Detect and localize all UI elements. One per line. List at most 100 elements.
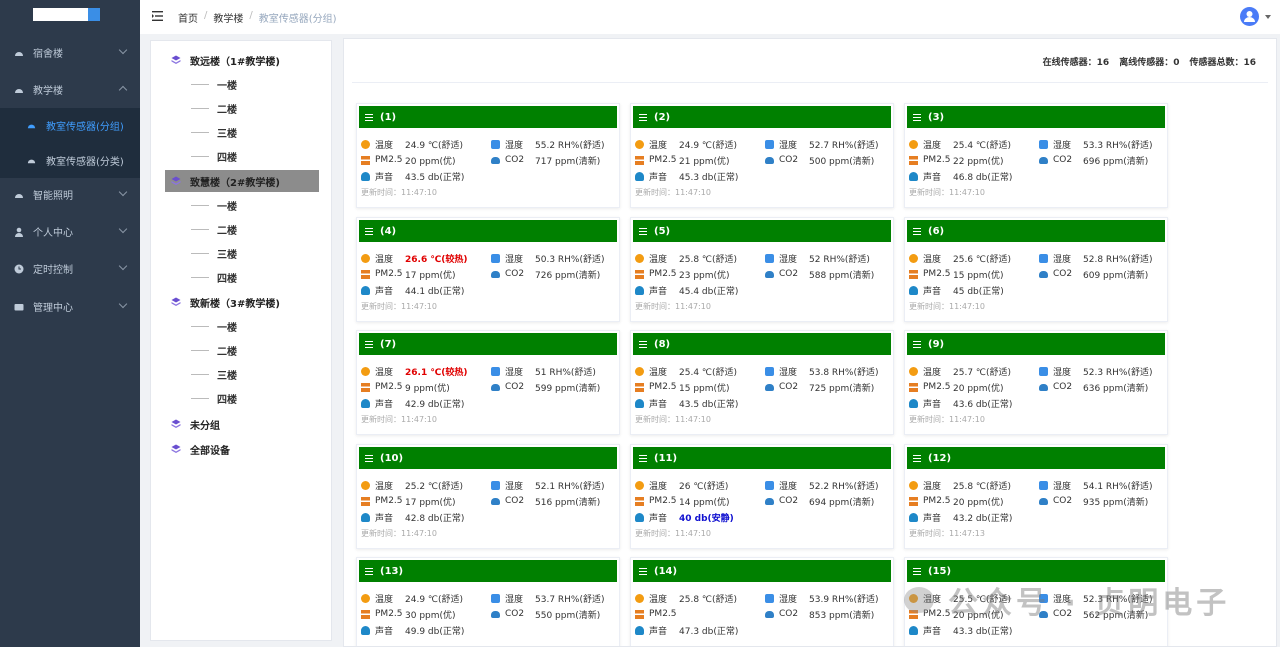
sensor-card-header[interactable]: (11) (633, 447, 891, 469)
sensor-card[interactable]: (12) 温度 25.8 ℃(舒适) 湿度 54.1 RH%(舒适) PM2.5 20 pp… (904, 444, 1168, 549)
cloud-icon (1039, 497, 1048, 505)
update-time: 更新时间：11:47:10 (361, 529, 437, 538)
tree-node-floor[interactable]: 四楼 (191, 387, 237, 409)
sensor-card[interactable]: (9) 温度 25.7 ℃(舒适) 湿度 52.3 RH%(舒适) PM2.5 20 ppm… (904, 330, 1168, 435)
sensor-card-header[interactable]: (13) (359, 560, 617, 582)
metric-label: 湿度 (779, 594, 798, 605)
sound-row: 声音 40 db(安静) (635, 510, 734, 524)
tree-node-floor[interactable]: 一楼 (191, 194, 237, 216)
update-time: 更新时间：11:47:10 (909, 302, 985, 311)
sensor-card-header[interactable]: (2) (633, 106, 891, 128)
tree-node-building[interactable]: 致慧楼（2#教学楼) (165, 170, 319, 192)
sensor-card[interactable]: (3) 温度 25.4 ℃(舒适) 湿度 53.3 RH%(舒适) PM2.5 22 ppm… (904, 103, 1168, 208)
tree-node-floor[interactable]: 二楼 (191, 339, 237, 361)
sidebar-item-smart-lighting[interactable]: 智能照明 (0, 176, 140, 213)
layers-icon (171, 444, 181, 454)
thermometer-icon (361, 480, 370, 490)
metric-label: CO2 (505, 155, 525, 165)
sub-item-classroom-sensors-classified[interactable]: 教室传感器(分类) (0, 143, 140, 178)
sensor-card-header[interactable]: (3) (907, 106, 1165, 128)
metric-label: 声音 (923, 286, 942, 297)
chevron-down-icon (118, 261, 128, 271)
sensor-card[interactable]: (2) 温度 24.9 ℃(舒适) 湿度 52.7 RH%(舒适) PM2.5 21 ppm… (630, 103, 894, 208)
sensor-card[interactable]: (13) 温度 24.9 ℃(舒适) 湿度 53.7 RH%(舒适) PM2.5 30 pp… (356, 557, 620, 646)
pm25-icon (635, 269, 644, 279)
humidity-row: 湿度 52 RH%(舒适) (765, 251, 870, 265)
clock-icon (14, 264, 24, 273)
metric-value: 516 ppm(清新) (535, 497, 601, 508)
sensor-card-header[interactable]: (7) (359, 333, 617, 355)
sensor-card[interactable]: (11) 温度 26 ℃(舒适) 湿度 52.2 RH%(舒适) PM2.5 14 ppm(… (630, 444, 894, 549)
pm25-row: PM2.5 30 ppm(优) (361, 607, 456, 621)
sensor-card[interactable]: (5) 温度 25.8 ℃(舒适) 湿度 52 RH%(舒适) PM2.5 23 ppm(优… (630, 217, 894, 322)
sensor-card-header[interactable]: (5) (633, 220, 891, 242)
sound-row: 声音 43.5 db(正常) (635, 396, 738, 410)
tree-connector (191, 252, 209, 254)
sidebar-item-label: 宿舍楼 (33, 49, 63, 60)
metric-label: 声音 (375, 399, 394, 410)
metric-label: 声音 (649, 286, 668, 297)
tree-node-floor[interactable]: 三楼 (191, 363, 237, 385)
tree-node-building[interactable]: 致新楼（3#教学楼) (171, 291, 280, 313)
sidebar-item-admin-center[interactable]: 管理中心 (0, 288, 140, 325)
sensor-card-header[interactable]: (8) (633, 333, 891, 355)
temperature-row: 温度 25.8 ℃(舒适) (909, 478, 1011, 492)
sensor-card-header[interactable]: (10) (359, 447, 617, 469)
sidebar-item-dormitory[interactable]: 宿舍楼 (0, 34, 140, 71)
tree-node-floor[interactable]: 三楼 (191, 121, 237, 143)
tree-connector (191, 276, 209, 278)
pm25-icon (361, 382, 370, 392)
sidebar-item-teaching-building[interactable]: 教学楼 (0, 71, 140, 108)
sidebar-item-personal-center[interactable]: 个人中心 (0, 213, 140, 250)
metric-value: 53.7 RH%(舒适) (535, 594, 605, 605)
sensor-card-header[interactable]: (9) (907, 333, 1165, 355)
metric-value: 25.4 ℃(舒适) (953, 140, 1012, 151)
hamburger-icon[interactable] (152, 11, 163, 21)
tree-node-floor[interactable]: 一楼 (191, 73, 237, 95)
sensor-card[interactable]: (8) 温度 25.4 ℃(舒适) 湿度 53.8 RH%(舒适) PM2.5 15 ppm… (630, 330, 894, 435)
sensor-card[interactable]: (7) 温度 26.1 ℃(较热) 湿度 51 RH%(舒适) PM2.5 9 ppm(优)… (356, 330, 620, 435)
tree-node-ungrouped[interactable]: 未分组 (171, 413, 220, 435)
tree-node-floor[interactable]: 二楼 (191, 97, 237, 119)
tree-node-building[interactable]: 致远楼（1#教学楼) (171, 49, 280, 71)
thermometer-icon (635, 253, 644, 263)
metric-value: 15 ppm(优) (679, 383, 730, 394)
metric-label: PM2.5 (375, 609, 403, 619)
sidebar-item-timer-control[interactable]: 定时控制 (0, 250, 140, 287)
sensor-card-header[interactable]: (12) (907, 447, 1165, 469)
co2-row: CO2 500 ppm(清新) (765, 153, 874, 167)
sensor-card-title: (11) (654, 452, 678, 464)
update-time: 更新时间：11:47:10 (635, 188, 711, 197)
pm25-icon (635, 382, 644, 392)
metric-value: 43.5 db(正常) (679, 399, 739, 410)
sensor-card[interactable]: (4) 温度 26.6 ℃(较热) 湿度 50.3 RH%(舒适) PM2.5 17 ppm… (356, 217, 620, 322)
sensor-card[interactable]: (6) 温度 25.6 ℃(舒适) 湿度 52.8 RH%(舒适) PM2.5 15 ppm… (904, 217, 1168, 322)
tree-node-floor[interactable]: 四楼 (191, 266, 237, 288)
metric-value: 853 ppm(清新) (809, 610, 875, 621)
breadcrumb-home[interactable]: 首页 (178, 10, 198, 25)
sensor-card-header[interactable]: (14) (633, 560, 891, 582)
sensor-card-header[interactable]: (6) (907, 220, 1165, 242)
sensor-card-header[interactable]: (4) (359, 220, 617, 242)
tree-connector (191, 373, 209, 375)
tree-node-floor[interactable]: 三楼 (191, 242, 237, 264)
sensor-card[interactable]: (1) 温度 24.9 ℃(舒适) 湿度 55.2 RH%(舒适) PM2.5 20 ppm… (356, 103, 620, 208)
tree-node-floor[interactable]: 四楼 (191, 145, 237, 167)
sub-item-classroom-sensors-grouped[interactable]: 教室传感器(分组) (0, 108, 140, 143)
metric-label: 声音 (375, 626, 394, 637)
sensor-card[interactable]: (10) 温度 25.2 ℃(舒适) 湿度 52.1 RH%(舒适) PM2.5 17 pp… (356, 444, 620, 549)
tree-node-all-devices[interactable]: 全部设备 (171, 438, 230, 460)
caret-down-icon[interactable] (1265, 15, 1271, 19)
avatar[interactable] (1240, 7, 1259, 26)
breadcrumb-teaching-building[interactable]: 教学楼 (213, 10, 243, 25)
tree-leaf-label: 一楼 (217, 201, 237, 213)
tree-node-floor[interactable]: 二楼 (191, 218, 237, 240)
tree-leaf-label: 四楼 (217, 273, 237, 285)
pm25-row: PM2.5 15 ppm(优) (909, 267, 1004, 281)
metric-value: 25.8 ℃(舒适) (679, 254, 738, 265)
sensor-card-header[interactable]: (1) (359, 106, 617, 128)
sensor-card[interactable]: (14) 温度 25.8 ℃(舒适) 湿度 53.9 RH%(舒适) PM2.5 CO2 85… (630, 557, 894, 646)
tree-node-floor[interactable]: 一楼 (191, 315, 237, 337)
metric-label: 湿度 (779, 140, 798, 151)
layers-icon (171, 55, 181, 65)
